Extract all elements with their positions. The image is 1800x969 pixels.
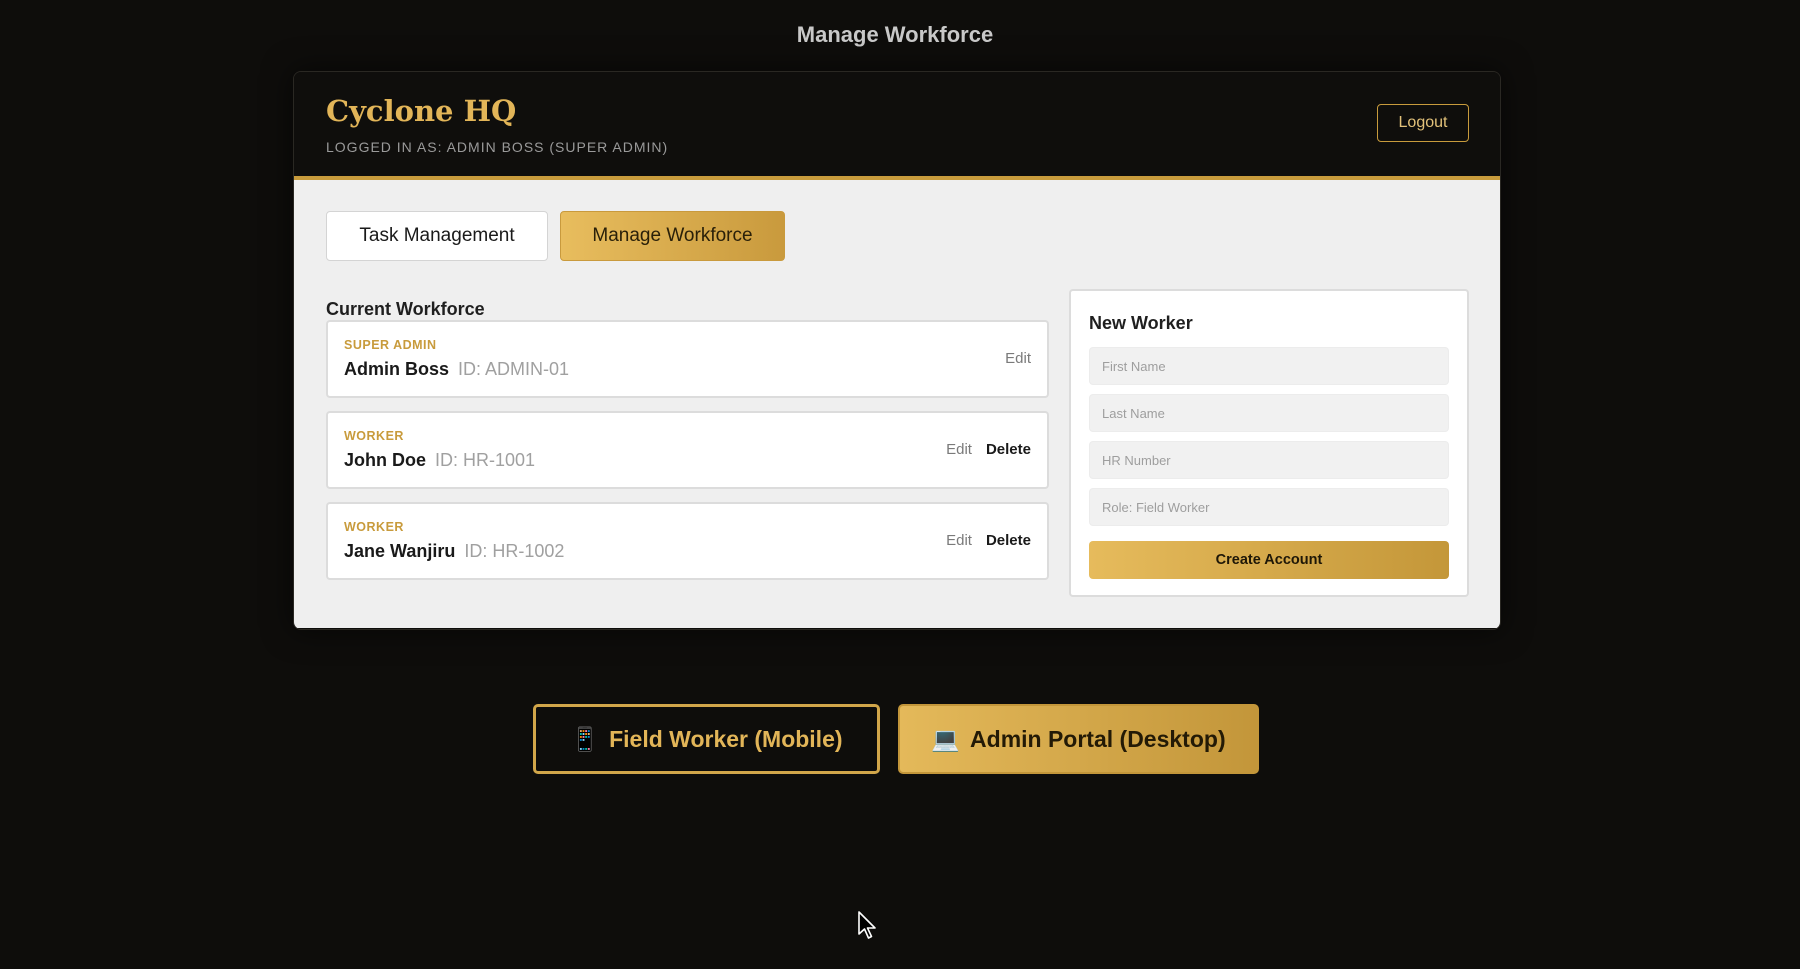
tab-manage-workforce[interactable]: Manage Workforce [560, 211, 785, 261]
page-title: Manage Workforce [796, 22, 994, 47]
panel-header: Cyclone HQ LOGGED IN AS: ADMIN BOSS (SUP… [294, 72, 1500, 180]
delete-button[interactable]: Delete [986, 532, 1031, 549]
mouse-cursor-icon [858, 911, 876, 939]
field-worker-mobile-button[interactable]: 📱 Field Worker (Mobile) [533, 704, 880, 774]
worker-id: ID: ADMIN-01 [458, 359, 570, 379]
worker-name-line: Jane Wanjiru ID: HR-1002 [344, 541, 564, 562]
worker-id: ID: HR-1002 [464, 541, 565, 561]
hr-number-input[interactable] [1089, 441, 1449, 479]
worker-role: WORKER [344, 520, 404, 534]
tab-task-management[interactable]: Task Management [326, 211, 548, 261]
new-worker-title: New Worker [1089, 313, 1193, 333]
role-input[interactable] [1089, 488, 1449, 526]
worker-card-jane-wanjiru: WORKER Jane Wanjiru ID: HR-1002 Edit Del… [326, 502, 1049, 580]
worker-actions: Edit Delete [946, 441, 1031, 458]
worker-role: SUPER ADMIN [344, 338, 437, 352]
admin-portal-desktop-button[interactable]: 💻 Admin Portal (Desktop) [898, 704, 1259, 774]
worker-card-admin-boss: SUPER ADMIN Admin Boss ID: ADMIN-01 Edit [326, 320, 1049, 398]
worker-role: WORKER [344, 429, 404, 443]
worker-name: John Doe [344, 450, 427, 470]
worker-actions: Edit [1005, 350, 1031, 367]
worker-name-line: John Doe ID: HR-1001 [344, 450, 535, 471]
laptop-icon: 💻 [931, 725, 961, 752]
field-worker-mobile-label: Field Worker (Mobile) [609, 725, 843, 752]
logged-in-status: LOGGED IN AS: ADMIN BOSS (SUPER ADMIN) [326, 139, 669, 155]
edit-button[interactable]: Edit [946, 441, 972, 458]
worker-name: Jane Wanjiru [344, 541, 456, 561]
mobile-phone-icon: 📱 [570, 725, 600, 752]
edit-button[interactable]: Edit [946, 532, 972, 549]
create-account-button[interactable]: Create Account [1089, 541, 1449, 579]
delete-button[interactable]: Delete [986, 441, 1031, 458]
logout-button[interactable]: Logout [1377, 104, 1469, 142]
admin-portal-desktop-label: Admin Portal (Desktop) [970, 725, 1226, 752]
new-worker-form: New Worker Create Account [1069, 289, 1469, 597]
worker-id: ID: HR-1001 [435, 450, 536, 470]
edit-button[interactable]: Edit [1005, 350, 1031, 367]
worker-name-line: Admin Boss ID: ADMIN-01 [344, 359, 569, 380]
worker-name: Admin Boss [344, 359, 450, 379]
worker-actions: Edit Delete [946, 532, 1031, 549]
last-name-input[interactable] [1089, 394, 1449, 432]
panel-content: Task Management Manage Workforce Current… [294, 180, 1500, 628]
current-workforce-title: Current Workforce [326, 299, 485, 319]
admin-panel: Cyclone HQ LOGGED IN AS: ADMIN BOSS (SUP… [293, 71, 1501, 630]
worker-card-john-doe: WORKER John Doe ID: HR-1001 Edit Delete [326, 411, 1049, 489]
first-name-input[interactable] [1089, 347, 1449, 385]
brand-title: Cyclone HQ [326, 94, 517, 128]
